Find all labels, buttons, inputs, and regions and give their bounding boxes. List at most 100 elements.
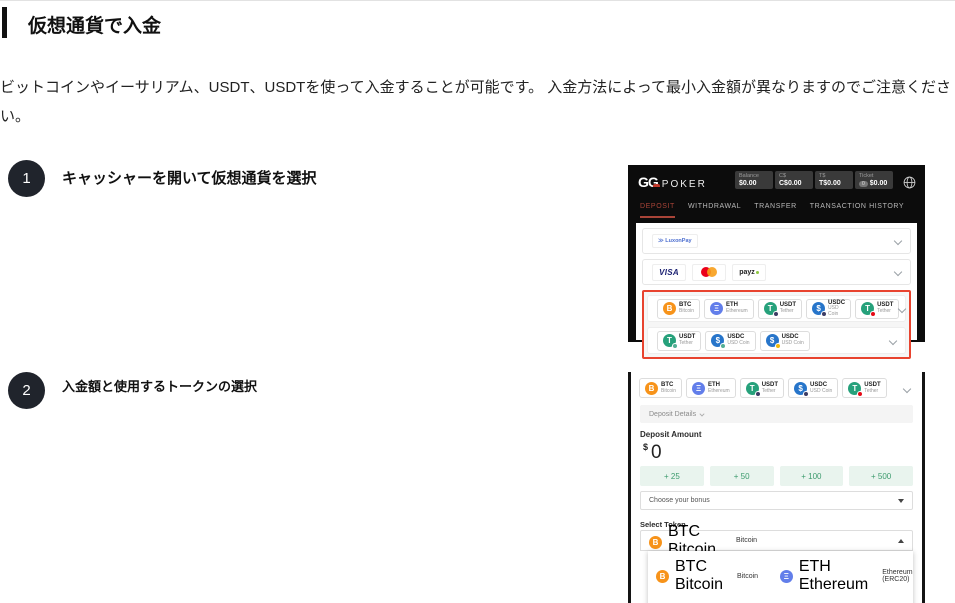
selected-token-network: Bitcoin [736, 537, 757, 544]
amount-input[interactable]: $0 [643, 442, 662, 464]
quick-amount-button[interactable]: + 100 [780, 466, 844, 486]
crypto-chip-btc[interactable]: BBTCBitcoin [657, 299, 700, 319]
bonus-placeholder: Choose your bonus [649, 497, 710, 504]
cashier-tab-bar: DEPOSIT WITHDRAWAL TRANSFER TRANSACTION HIS… [640, 203, 904, 218]
deposit-screenshot: BBTCBitcoinΞETHEthereumTUSDTTether$USDCU… [628, 372, 925, 603]
step-2-number: 2 [8, 372, 45, 409]
crypto-highlight-box: BBTCBitcoinΞETHEthereumTUSDTTether$USDCU… [642, 290, 911, 359]
crypto-chip-eth[interactable]: ΞETHEthereum [686, 378, 736, 398]
crypto-chip-usdt[interactable]: TUSDTTether [855, 299, 899, 319]
balance-box-balance: Balance$0.00 [735, 171, 773, 189]
step-2-title: 入金額と使用するトークンの選択 [62, 376, 257, 395]
chevron-down-icon [700, 411, 705, 416]
eth-coin-icon: Ξ [692, 382, 705, 395]
chevron-down-icon[interactable] [903, 385, 911, 393]
tab-transaction-history[interactable]: TRANSACTION HISTORY [810, 203, 904, 218]
title-accent-bar [2, 7, 7, 38]
bnb-network-badge-icon [775, 343, 781, 349]
crypto-chips-row[interactable]: BBTCBitcoinΞETHEthereumTUSDTTether$USDCU… [639, 378, 912, 398]
bonus-select[interactable]: Choose your bonus [640, 491, 913, 510]
crypto-chip-usdc[interactable]: $USDCUSD Coin [760, 331, 810, 351]
caret-down-icon [898, 499, 904, 503]
logo-poker-text: POKER [662, 179, 707, 190]
balance-box-ticket: Ticket0$0.00 [855, 171, 893, 189]
deposit-details-label: Deposit Details [649, 411, 696, 418]
trx-network-badge-icon [870, 311, 876, 317]
crypto-chip-usdt[interactable]: TUSDTTether [842, 378, 886, 398]
eth-network-badge-icon [803, 391, 809, 397]
eth-coin-icon: Ξ [780, 570, 793, 583]
chevron-down-icon[interactable] [898, 304, 906, 312]
chevron-down-icon[interactable] [889, 336, 897, 344]
deposit-amount-label: Deposit Amount [640, 430, 701, 439]
token-option-usdt[interactable]: TUSDTTetherEthereum (ERC20) [648, 599, 772, 603]
eth-network-badge-icon [755, 391, 761, 397]
trx-network-badge-icon [857, 391, 863, 397]
crypto-chip-usdt[interactable]: TUSDTTether [758, 299, 802, 319]
crypto-chip-usdc[interactable]: $USDCUSD Coin [705, 331, 755, 351]
eth-network-badge-icon [773, 311, 779, 317]
eth-network-badge-icon [821, 311, 827, 317]
btc-coin-icon: B [663, 302, 676, 315]
usdt-coin-icon: T [861, 302, 874, 315]
balance-box-cs: C$C$0.00 [775, 171, 813, 189]
eth-coin-icon: Ξ [710, 302, 723, 315]
amount-value: 0 [651, 442, 662, 463]
intro-paragraph: ビットコインやイーサリアム、USDT、USDTを使って入金することが可能です。 … [0, 73, 955, 131]
step-1-number: 1 [8, 160, 45, 197]
token-option-btc[interactable]: BBTCBitcoinBitcoin [648, 555, 772, 597]
token-option-usdc[interactable]: $USDCUSD CoinEthereum (ERC20) [772, 599, 921, 603]
token-option-eth[interactable]: ΞETHEthereumEthereum (ERC20) [772, 555, 921, 597]
page-title: 仮想通貨で入金 [28, 11, 161, 38]
usdt-coin-icon: T [764, 302, 777, 315]
crypto-row-2[interactable]: TUSDTTether$USDCUSD Coin$USDCUSD Coin [647, 327, 906, 354]
globe-icon[interactable] [903, 176, 916, 194]
logo-gg-text: GG [638, 174, 658, 190]
logo-red-mark [653, 184, 660, 187]
token-dropdown-menu: BBTCBitcoinBitcoinΞETHEthereumEthereum (… [648, 551, 913, 603]
balance-box-ts: T$T$0.00 [815, 171, 853, 189]
step-1-title: キャッシャーを開いて仮想通貨を選択 [62, 167, 317, 188]
chevron-down-icon[interactable] [894, 237, 902, 245]
usdc-coin-icon: $ [812, 302, 825, 315]
quick-amount-button[interactable]: + 50 [710, 466, 774, 486]
cards-row[interactable]: VISA payz [642, 259, 911, 285]
crypto-chip-usdt[interactable]: TUSDTTether [740, 378, 784, 398]
crypto-row-1[interactable]: BBTCBitcoinΞETHEthereumTUSDTTether$USDCU… [647, 295, 906, 322]
ggpoker-logo: GG POKER [638, 174, 707, 196]
deposit-details-toggle[interactable]: Deposit Details [640, 405, 913, 423]
btc-coin-icon: B [645, 382, 658, 395]
payz-logo: payz [732, 264, 766, 281]
teal-network-badge-icon [720, 343, 726, 349]
crypto-chip-eth[interactable]: ΞETHEthereum [704, 299, 754, 319]
tab-withdrawal[interactable]: WITHDRAWAL [688, 203, 741, 218]
crypto-chip-usdt[interactable]: TUSDTTether [657, 331, 701, 351]
tab-deposit[interactable]: DEPOSIT [640, 203, 675, 218]
tab-transfer[interactable]: TRANSFER [754, 203, 797, 218]
selected-token-ticker: BTC [668, 523, 716, 541]
balance-boxes: Balance$0.00C$C$0.00T$T$0.00Ticket0$0.00 [735, 171, 893, 189]
visa-logo: VISA [652, 264, 686, 281]
mastercard-logo [692, 264, 726, 281]
btc-coin-icon: B [649, 536, 662, 549]
quick-amount-button[interactable]: + 500 [849, 466, 913, 486]
quick-amount-button[interactable]: + 25 [640, 466, 704, 486]
usdc-coin-icon: $ [711, 334, 724, 347]
chevron-down-icon[interactable] [894, 268, 902, 276]
crypto-chip-usdc[interactable]: $USDCUSD Coin [788, 378, 838, 398]
guide-page: 仮想通貨で入金 ビットコインやイーサリアム、USDT、USDTを使って入金するこ… [0, 0, 955, 603]
crypto-chip-btc[interactable]: BBTCBitcoin [639, 378, 682, 398]
usdc-coin-icon: $ [794, 382, 807, 395]
quick-amount-buttons: + 25 + 50 + 100+ 500 [640, 466, 913, 486]
luxonpay-row[interactable]: ≫ LuxonPay [642, 228, 911, 254]
ticket-count-badge: 0 [859, 181, 868, 187]
usdt-coin-icon: T [663, 334, 676, 347]
btc-coin-icon: B [656, 570, 669, 583]
payment-methods-panel: ≫ LuxonPay VISA payz BBTCBitcoinΞETHEthe… [636, 223, 917, 340]
luxonpay-logo: ≫ LuxonPay [652, 234, 698, 248]
token-select[interactable]: B BTC Bitcoin Bitcoin [640, 530, 913, 551]
usdt-coin-icon: T [848, 382, 861, 395]
usdt-coin-icon: T [746, 382, 759, 395]
cashier-screenshot: GG POKER Balance$0.00C$C$0.00T$T$0.00Tic… [628, 165, 925, 342]
crypto-chip-usdc[interactable]: $USDCUSD Coin [806, 299, 851, 319]
